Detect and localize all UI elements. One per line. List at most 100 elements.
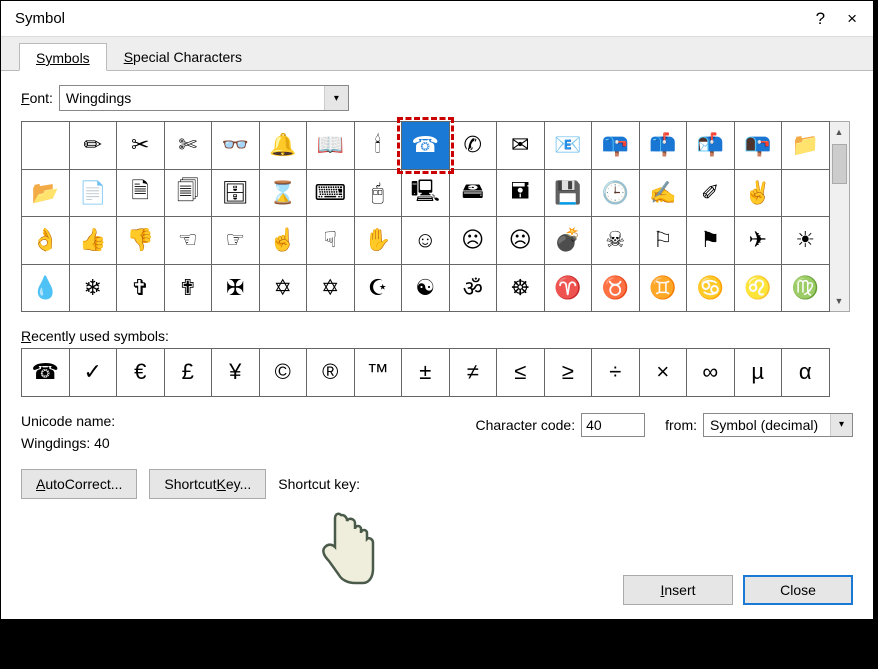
symbol-cell[interactable]: 👍 <box>69 217 117 265</box>
symbol-cell[interactable]: ☸ <box>497 264 545 312</box>
recent-symbol-cell[interactable]: ✓ <box>69 349 117 397</box>
symbol-cell[interactable]: ♊ <box>639 264 687 312</box>
symbol-cell[interactable]: 💧 <box>22 264 70 312</box>
symbol-cell[interactable]: 🗎 <box>117 169 165 217</box>
tab-special-characters[interactable]: Special Characters <box>107 42 259 70</box>
recent-symbol-cell[interactable]: ® <box>307 349 355 397</box>
symbol-cell[interactable]: ☎ <box>402 122 450 170</box>
symbol-cell[interactable]: ☟ <box>307 217 355 265</box>
symbol-cell[interactable]: ☝ <box>259 217 307 265</box>
recent-symbol-cell[interactable]: µ <box>734 349 782 397</box>
symbol-cell[interactable]: 👎 <box>117 217 165 265</box>
symbol-cell[interactable]: ♍ <box>782 264 830 312</box>
symbol-cell[interactable]: 💣 <box>544 217 592 265</box>
symbol-cell[interactable]: ✏ <box>69 122 117 170</box>
symbol-cell[interactable]: ✞ <box>117 264 165 312</box>
scroll-down-icon[interactable]: ▼ <box>830 291 849 311</box>
symbol-cell[interactable]: ☜ <box>164 217 212 265</box>
symbol-cell[interactable]: 🖰 <box>354 169 402 217</box>
recent-symbol-cell[interactable]: ÷ <box>592 349 640 397</box>
symbol-cell[interactable]: 🖳 <box>402 169 450 217</box>
symbol-cell[interactable]: ॐ <box>449 264 497 312</box>
symbol-cell[interactable]: ✂ <box>117 122 165 170</box>
symbol-cell[interactable]: 📁 <box>782 122 830 170</box>
recent-symbol-cell[interactable]: € <box>117 349 165 397</box>
symbol-cell[interactable]: 💾 <box>544 169 592 217</box>
symbol-cell[interactable]: ♉ <box>592 264 640 312</box>
symbol-cell[interactable]: ✟ <box>164 264 212 312</box>
symbol-cell[interactable]: ✡ <box>259 264 307 312</box>
symbol-cell[interactable]: 👌 <box>22 217 70 265</box>
insert-button[interactable]: Insert <box>623 575 733 605</box>
symbol-cell[interactable]: 🕒 <box>592 169 640 217</box>
symbol-cell[interactable]: 🗐 <box>164 169 212 217</box>
symbol-cell[interactable]: 📪 <box>592 122 640 170</box>
symbol-cell[interactable]: ☹ <box>449 217 497 265</box>
symbol-cell[interactable]: ☞ <box>212 217 260 265</box>
recent-symbol-cell[interactable]: ∞ <box>687 349 735 397</box>
close-icon[interactable]: × <box>847 9 857 29</box>
chevron-down-icon[interactable]: ▾ <box>324 86 348 110</box>
scroll-up-icon[interactable]: ▲ <box>830 122 849 142</box>
chevron-down-icon[interactable]: ▾ <box>830 414 852 436</box>
symbol-cell[interactable] <box>22 122 70 170</box>
symbol-cell[interactable]: 🕯 <box>354 122 402 170</box>
symbol-cell[interactable]: 🗄 <box>212 169 260 217</box>
scroll-thumb[interactable] <box>832 144 847 184</box>
symbol-cell[interactable]: 🖬 <box>497 169 545 217</box>
symbol-cell[interactable]: ☺ <box>402 217 450 265</box>
tab-symbols[interactable]: Symbols <box>19 43 107 71</box>
help-icon[interactable]: ? <box>816 9 825 29</box>
autocorrect-button[interactable]: AutoCorrect... <box>21 469 137 499</box>
symbol-cell[interactable]: ✠ <box>212 264 260 312</box>
recent-symbol-cell[interactable]: ☎ <box>22 349 70 397</box>
recent-symbol-cell[interactable]: ± <box>402 349 450 397</box>
symbol-cell[interactable]: ✈ <box>734 217 782 265</box>
symbol-cell[interactable]: ✐ <box>687 169 735 217</box>
symbol-cell[interactable]: ✄ <box>164 122 212 170</box>
recent-symbol-cell[interactable]: £ <box>164 349 212 397</box>
symbol-cell[interactable]: ⚑ <box>687 217 735 265</box>
recent-symbol-cell[interactable]: × <box>639 349 687 397</box>
grid-scrollbar[interactable]: ▲ ▼ <box>830 121 850 312</box>
symbol-cell[interactable]: ☯ <box>402 264 450 312</box>
symbol-cell[interactable]: 🔔 <box>259 122 307 170</box>
symbol-cell[interactable]: ❄ <box>69 264 117 312</box>
recent-symbol-cell[interactable]: ≥ <box>544 349 592 397</box>
symbol-cell[interactable]: ✉ <box>497 122 545 170</box>
recent-symbol-cell[interactable]: ¥ <box>212 349 260 397</box>
symbol-cell[interactable]: ☪ <box>354 264 402 312</box>
symbol-cell[interactable]: 📧 <box>544 122 592 170</box>
symbol-cell[interactable]: ♋ <box>687 264 735 312</box>
close-button[interactable]: Close <box>743 575 853 605</box>
symbol-cell[interactable]: 📄 <box>69 169 117 217</box>
symbol-cell[interactable]: ⚐ <box>639 217 687 265</box>
font-select[interactable]: Wingdings ▾ <box>59 85 349 111</box>
charcode-input[interactable] <box>581 413 645 437</box>
symbol-cell[interactable]: ☹ <box>497 217 545 265</box>
shortcut-key-button[interactable]: Shortcut Key... <box>149 469 266 499</box>
symbol-cell[interactable]: ✡ <box>307 264 355 312</box>
recent-symbol-cell[interactable]: ≠ <box>449 349 497 397</box>
symbol-cell[interactable]: ✌ <box>734 169 782 217</box>
symbol-cell[interactable]: 🖴 <box>449 169 497 217</box>
recent-symbol-cell[interactable]: ™ <box>354 349 402 397</box>
symbol-cell[interactable]: 📬 <box>687 122 735 170</box>
symbol-cell[interactable]: 📖 <box>307 122 355 170</box>
symbol-cell[interactable]: 📭 <box>734 122 782 170</box>
recent-symbol-cell[interactable]: ≤ <box>497 349 545 397</box>
symbol-cell[interactable]: ♈ <box>544 264 592 312</box>
symbol-cell[interactable]: ✍ <box>639 169 687 217</box>
symbol-cell[interactable]: ⌨ <box>307 169 355 217</box>
from-select[interactable]: Symbol (decimal) ▾ <box>703 413 853 437</box>
symbol-cell[interactable]: 📂 <box>22 169 70 217</box>
symbol-cell[interactable]: ✆ <box>449 122 497 170</box>
symbol-cell[interactable]: ☠ <box>592 217 640 265</box>
symbol-cell[interactable]: ☀ <box>782 217 830 265</box>
symbol-cell[interactable]: 👓 <box>212 122 260 170</box>
symbol-cell[interactable]: 📫 <box>639 122 687 170</box>
symbol-cell[interactable]: ⌛ <box>259 169 307 217</box>
symbol-cell[interactable]: ✋ <box>354 217 402 265</box>
recent-symbol-cell[interactable]: α <box>782 349 830 397</box>
symbol-cell[interactable]: ♌ <box>734 264 782 312</box>
